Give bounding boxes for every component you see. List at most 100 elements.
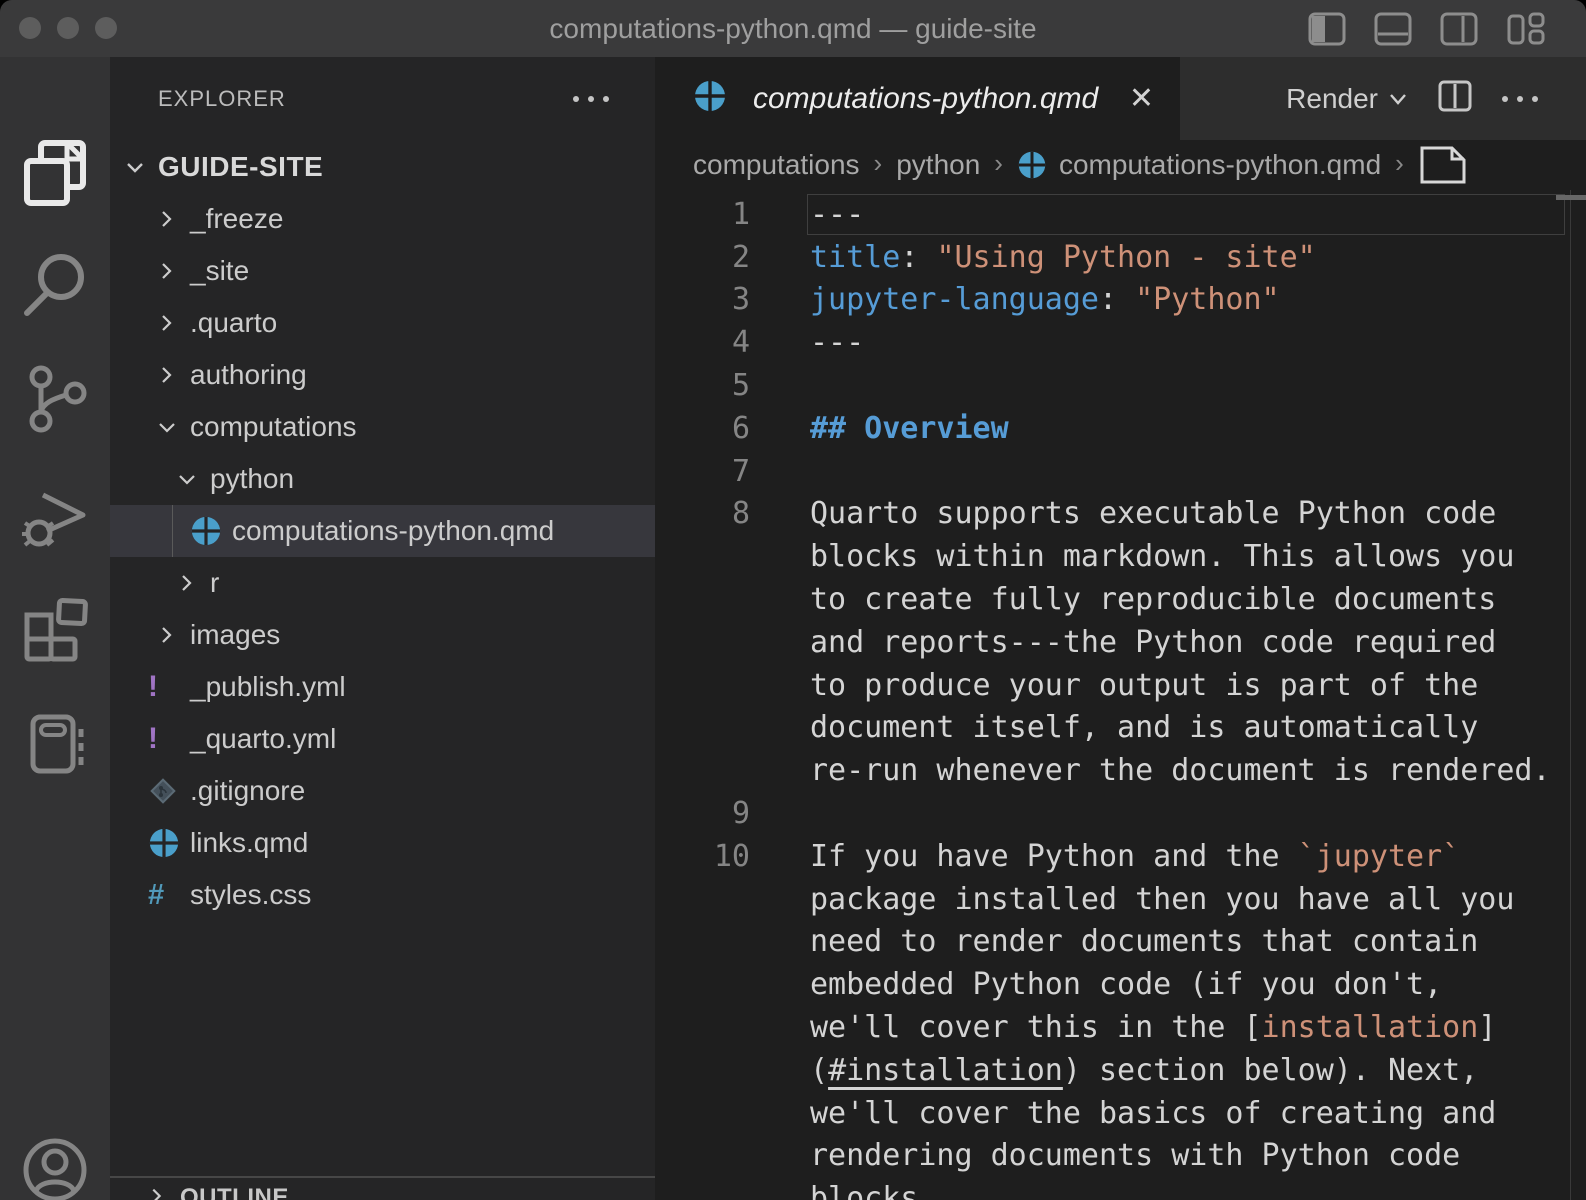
code-line-wrap[interactable]: we'll cover this in the [installation] (655, 1006, 1586, 1049)
split-editor-icon[interactable] (1438, 80, 1472, 117)
line-number: 3 (655, 282, 750, 317)
code-line-wrap[interactable]: and reports---the Python code required (655, 621, 1586, 664)
scrollbar-track[interactable] (1570, 190, 1571, 1200)
line-number: 6 (655, 411, 750, 446)
editor-more-actions-icon[interactable] (1502, 96, 1538, 102)
render-button[interactable]: Render (1286, 83, 1408, 115)
chevron-right-icon (156, 624, 190, 646)
line-number: 9 (655, 796, 750, 831)
tree-item-label: authoring (190, 359, 307, 391)
code-line-2[interactable]: 2title: "Using Python - site" (655, 236, 1586, 279)
code-line-wrap[interactable]: to produce your output is part of the (655, 664, 1586, 707)
code-line-5[interactable]: 5 (655, 364, 1586, 407)
tree-item-label: computations-python.qmd (232, 515, 554, 547)
code-line-wrap[interactable]: we'll cover the basics of creating and (655, 1092, 1586, 1135)
explorer-more-actions-icon[interactable] (573, 96, 609, 102)
chevron-right-icon (156, 364, 190, 386)
code-text: embedded Python code (if you don't, (810, 967, 1562, 1002)
tree-item-label: r (210, 567, 219, 599)
tree-root-guide-site[interactable]: GUIDE-SITE (110, 141, 655, 193)
source-control-icon[interactable] (0, 363, 110, 435)
split-editor-icon[interactable] (1440, 12, 1478, 46)
notebook-icon[interactable] (0, 705, 110, 785)
tab-computations-python[interactable]: computations-python.qmd ✕ (655, 57, 1180, 140)
tree-item-label: images (190, 619, 280, 651)
tree-folder--site[interactable]: _site (110, 245, 655, 297)
code-line-7[interactable]: 7 (655, 450, 1586, 493)
tree-folder-images[interactable]: images (110, 609, 655, 661)
code-line-wrap[interactable]: package installed then you have all you (655, 878, 1586, 921)
breadcrumb-item-computations[interactable]: computations (693, 149, 860, 181)
code-line-wrap[interactable]: blocks within markdown. This allows you (655, 535, 1586, 578)
chevron-down-icon (124, 156, 158, 178)
line-number: 5 (655, 368, 750, 403)
code-line-8[interactable]: 8Quarto supports executable Python code (655, 493, 1586, 536)
tree-folder-r[interactable]: r (110, 557, 655, 609)
breadcrumb-item-python[interactable]: python (896, 149, 980, 181)
breadcrumb-separator-icon: › (874, 148, 883, 179)
code-line-9[interactable]: 9 (655, 792, 1586, 835)
outline-section[interactable]: OUTLINE (110, 1176, 655, 1200)
editor[interactable]: 1---2title: "Using Python - site"3jupyte… (655, 190, 1586, 1200)
tree-file-links-qmd[interactable]: links.qmd (110, 817, 655, 869)
quarto-file-icon (693, 79, 727, 118)
quarto-file-icon (190, 515, 232, 547)
breadcrumb-separator-icon: › (994, 148, 1003, 179)
code-line-3[interactable]: 3jupyter-language: "Python" (655, 279, 1586, 322)
tree-folder-authoring[interactable]: authoring (110, 349, 655, 401)
search-icon[interactable] (0, 249, 110, 321)
code-line-wrap[interactable]: to create fully reproducible documents (655, 578, 1586, 621)
tree-file--quarto-yml[interactable]: !_quarto.yml (110, 713, 655, 765)
code-line-wrap[interactable]: re-run whenever the document is rendered… (655, 749, 1586, 792)
code-line-wrap[interactable]: (#installation) section below). Next, (655, 1049, 1586, 1092)
git-file-icon (148, 776, 190, 806)
code-text: package installed then you have all you (810, 882, 1562, 917)
code-text: --- (810, 325, 1562, 360)
tree-folder--freeze[interactable]: _freeze (110, 193, 655, 245)
css-file-icon: # (148, 879, 190, 912)
tree-item-label: links.qmd (190, 827, 308, 859)
code-line-6[interactable]: 6## Overview (655, 407, 1586, 450)
toggle-sidebar-icon[interactable] (1308, 12, 1346, 46)
code-line-wrap[interactable]: rendering documents with Python code (655, 1135, 1586, 1178)
extensions-icon[interactable] (0, 591, 110, 667)
code-line-wrap[interactable]: need to render documents that contain (655, 921, 1586, 964)
line-number: 10 (655, 839, 750, 874)
account-icon[interactable] (0, 1135, 110, 1200)
line-number: 1 (655, 197, 750, 232)
code-line-4[interactable]: 4--- (655, 321, 1586, 364)
chevron-right-icon (156, 260, 190, 282)
tree-file--gitignore[interactable]: .gitignore (110, 765, 655, 817)
tree-folder-computations[interactable]: computations (110, 401, 655, 453)
run-debug-icon[interactable] (0, 477, 110, 553)
toggle-panel-icon[interactable] (1374, 12, 1412, 46)
code-text: If you have Python and the `jupyter` (810, 839, 1562, 874)
tree-file-styles-css[interactable]: #styles.css (110, 869, 655, 921)
yaml-file-icon: ! (148, 670, 190, 704)
tab-bar: computations-python.qmd ✕ Render (655, 57, 1586, 140)
chevron-right-icon (146, 1186, 180, 1200)
vscode-window: computations-python.qmd — guide-site (0, 0, 1586, 1200)
tree-file-computations-python-qmd[interactable]: computations-python.qmd (110, 505, 655, 557)
document-symbol-icon (1418, 145, 1478, 185)
breadcrumb-separator-icon: › (1395, 148, 1404, 179)
tree-folder--quarto[interactable]: .quarto (110, 297, 655, 349)
file-tree: GUIDE-SITE _freeze_site.quarto authoring c… (110, 141, 655, 921)
code-line-1[interactable]: 1--- (655, 193, 1586, 236)
code-line-wrap[interactable]: blocks. (655, 1177, 1586, 1200)
code-line-10[interactable]: 10 If you have Python and the `jupyter` (655, 835, 1586, 878)
code-line-wrap[interactable]: document itself, and is automatically (655, 707, 1586, 750)
close-tab-icon[interactable]: ✕ (1129, 84, 1154, 114)
code-text: Quarto supports executable Python code (810, 496, 1562, 531)
breadcrumb-item-computations-python-qmd[interactable]: computations-python.qmd (1059, 149, 1381, 181)
code-text: blocks within markdown. This allows you (810, 539, 1562, 574)
tree-folder-python[interactable]: python (110, 453, 655, 505)
code-line-wrap[interactable]: embedded Python code (if you don't, (655, 963, 1586, 1006)
explorer-icon[interactable] (0, 135, 110, 211)
breadcrumb: computations › python › computations-python.… (655, 140, 1586, 190)
explorer-panel: EXPLORER GUIDE-SITE _freeze_site.quartoa… (110, 57, 655, 1200)
chevron-down-icon (176, 468, 210, 490)
tree-file--publish-yml[interactable]: !_publish.yml (110, 661, 655, 713)
code-text: to create fully reproducible documents (810, 582, 1562, 617)
customize-layout-icon[interactable] (1506, 11, 1546, 47)
